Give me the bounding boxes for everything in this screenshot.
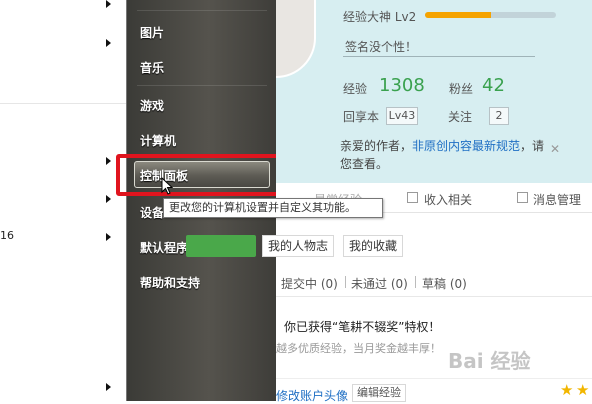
edit-experience-button[interactable]: 编辑经验 — [352, 384, 406, 402]
exp-value: 1308 — [379, 75, 425, 96]
divider — [0, 103, 126, 104]
submenu-arrow-icon — [106, 39, 111, 47]
reply-level-badge: Lv43 — [386, 107, 418, 125]
award-description: 越多优质经验，当月奖金越丰厚！ — [276, 342, 441, 355]
baidu-watermark: Bai 经验 — [448, 349, 531, 373]
level-progress-bar — [425, 12, 556, 18]
filter-drafts[interactable]: 草稿 (0) — [422, 275, 467, 292]
menu-item-music[interactable]: 音乐 — [140, 59, 164, 76]
notice-line2: 您查看。 — [340, 157, 389, 171]
submenu-arrow-icon — [106, 157, 111, 165]
level-progress-fill — [425, 12, 491, 18]
level-label: 经验大神 Lv2 — [343, 10, 417, 24]
menu-item-games[interactable]: 游戏 — [140, 97, 164, 114]
tab-income[interactable]: 收入相关 — [424, 191, 472, 208]
divider — [137, 85, 267, 86]
green-button[interactable] — [186, 235, 256, 257]
control-panel-tooltip: 更改您的计算机设置并自定义其功能。 — [163, 198, 383, 218]
notice-suffix: ，请 — [520, 139, 545, 153]
signature-underline — [343, 56, 535, 57]
divider — [415, 276, 416, 288]
change-avatar-link[interactable]: 修改账户头像 — [276, 387, 348, 404]
submenu-arrow-icon — [106, 0, 111, 8]
subtab-favorites[interactable]: 我的收藏 — [343, 235, 404, 257]
filter-submitting[interactable]: 提交中 (0) — [281, 275, 338, 292]
subtab-persona[interactable]: 我的人物志 — [262, 235, 335, 257]
submenu-arrow-icon — [106, 233, 111, 241]
fans-label: 粉丝 — [449, 82, 474, 96]
exp-label: 经验 — [343, 82, 368, 96]
annotation-highlight-box — [116, 154, 282, 196]
menu-item-computer[interactable]: 计算机 — [140, 132, 176, 149]
award-title: 你已获得“笔耕不辍奖”特权！ — [284, 320, 441, 334]
notice-prefix: 亲爱的作者， — [340, 139, 413, 153]
star-icon: ★ — [576, 381, 590, 399]
divider — [137, 10, 267, 11]
follow-count-badge[interactable]: 2 — [489, 107, 509, 125]
left-panel: 16 — [0, 0, 126, 401]
filter-rejected[interactable]: 未通过 (0) — [351, 275, 408, 292]
notice-link[interactable]: 非原创内容最新规范 — [412, 139, 520, 153]
menu-item-help-support[interactable]: 帮助和支持 — [140, 274, 200, 291]
divider — [345, 276, 346, 288]
star-icon: ★ — [560, 381, 574, 399]
tab-messages[interactable]: 消息管理 — [533, 191, 581, 208]
submenu-arrow-icon — [106, 195, 111, 203]
notice-banner: 亲爱的作者，非原创内容最新规范，请 您查看。 ✕ — [340, 137, 564, 177]
menu-item-default-programs[interactable]: 默认程序 — [140, 239, 188, 256]
signature-text[interactable]: 签名没个性！ — [345, 38, 417, 55]
submenu-arrow-icon — [106, 383, 111, 391]
fans-value: 42 — [482, 75, 505, 96]
mouse-cursor-icon — [161, 177, 173, 195]
divider — [276, 378, 592, 379]
left-number: 16 — [0, 229, 14, 242]
close-icon[interactable]: ✕ — [550, 140, 560, 158]
menu-item-pictures[interactable]: 图片 — [140, 24, 164, 41]
message-icon — [517, 192, 528, 203]
income-icon — [407, 192, 418, 203]
follow-label: 关注 — [448, 110, 473, 124]
divider — [276, 296, 592, 297]
menu-item-devices[interactable]: 设备 — [140, 204, 164, 221]
reply-label: 回享本 — [343, 110, 380, 124]
